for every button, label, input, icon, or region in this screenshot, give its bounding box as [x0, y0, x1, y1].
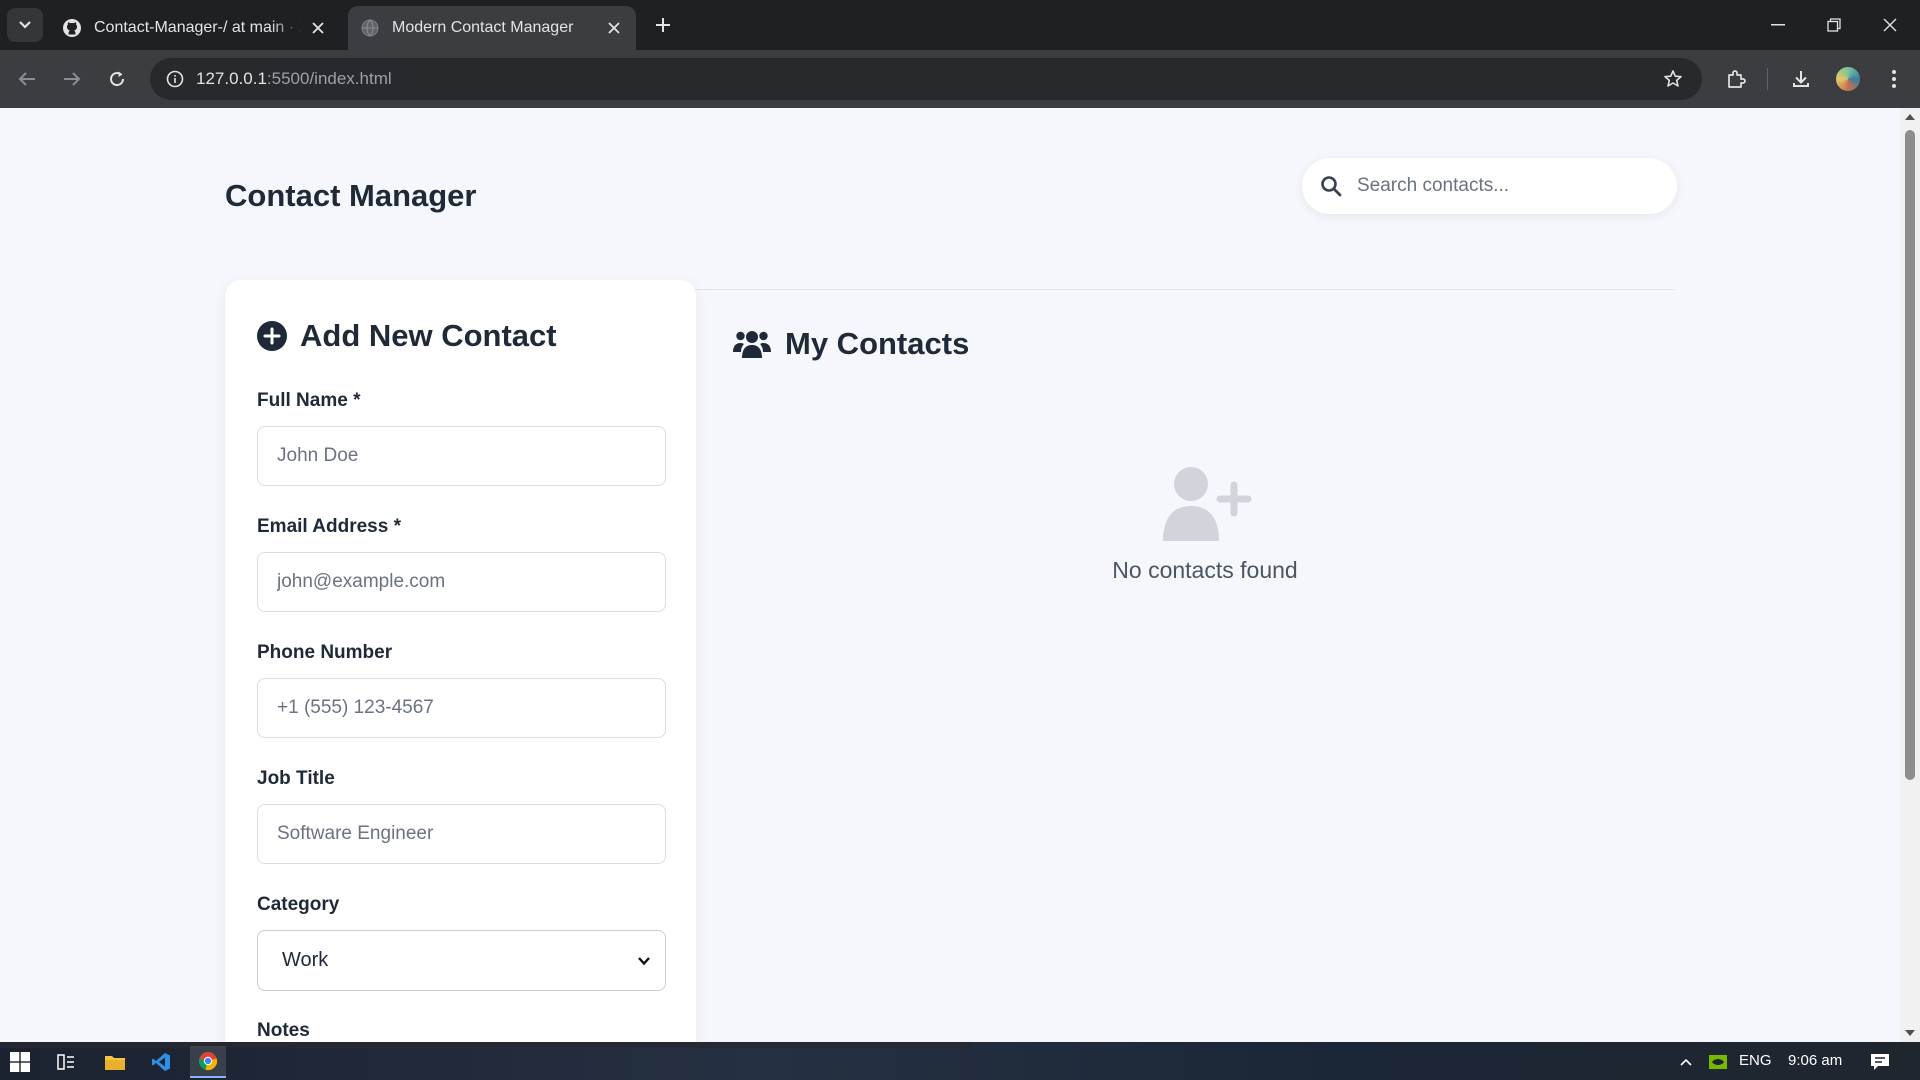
windows-start-button[interactable] [2, 1046, 38, 1078]
arrow-right-icon [64, 72, 81, 86]
empty-state: No contacts found [1055, 463, 1355, 584]
chrome-taskbar-button[interactable] [190, 1046, 226, 1078]
page-title: Contact Manager [225, 178, 477, 213]
form-title-text: Add New Contact [300, 318, 557, 353]
vscode-button[interactable] [143, 1046, 179, 1078]
browser-tab-contact-manager[interactable]: Modern Contact Manager [348, 6, 636, 50]
profile-avatar[interactable] [1834, 65, 1862, 93]
email-input[interactable] [257, 552, 666, 612]
page-scrollbar[interactable] [1900, 108, 1920, 1042]
url-text: 127.0.0.1:5500/index.html [196, 69, 392, 89]
close-icon [1883, 18, 1897, 32]
notification-center-button[interactable] [1862, 1046, 1898, 1078]
task-view-icon [57, 1054, 74, 1070]
user-plus-icon [1163, 467, 1252, 541]
job-title-label: Job Title [257, 768, 335, 789]
minimize-icon [1771, 24, 1785, 26]
file-explorer-button[interactable] [97, 1046, 133, 1078]
windows-icon [10, 1052, 30, 1072]
category-select[interactable]: Work [257, 930, 666, 991]
back-button[interactable] [10, 62, 44, 96]
arrow-left-icon [18, 72, 35, 86]
browser-tab-github[interactable]: Contact-Manager-/ at main · Za [50, 6, 340, 50]
star-icon [1664, 70, 1682, 87]
form-title: Add New Contact [257, 318, 557, 354]
notes-label: Notes [257, 1020, 310, 1041]
url-path: :5500/index.html [266, 69, 392, 88]
browser-tab-strip: Contact-Manager-/ at main · Za Modern Co… [0, 0, 1920, 50]
tab-title: Modern Contact Manager [392, 19, 574, 36]
clock[interactable]: 9:06 am [1788, 1052, 1842, 1069]
browser-toolbar: 127.0.0.1:5500/index.html [0, 50, 1920, 108]
search-input[interactable] [1357, 158, 1657, 214]
users-icon [733, 331, 771, 358]
downloads-button[interactable] [1784, 62, 1818, 96]
phone-input[interactable] [257, 678, 666, 738]
scroll-down-icon[interactable] [1905, 1030, 1915, 1036]
add-contact-form: Add New Contact Full Name * Email Addres… [225, 280, 696, 1042]
plus-icon [656, 18, 670, 32]
phone-label: Phone Number [257, 642, 393, 663]
tab-title: Contact-Manager-/ at main · Za [94, 19, 302, 36]
task-view-button[interactable] [48, 1046, 84, 1078]
toolbar-separator [1767, 68, 1768, 90]
browser-menu-button[interactable] [1877, 62, 1911, 96]
contacts-title-text: My Contacts [785, 326, 970, 361]
more-vertical-icon [1892, 70, 1896, 88]
show-hidden-icons-button[interactable] [1668, 1046, 1704, 1078]
full-name-label: Full Name * [257, 390, 361, 411]
minimize-button[interactable] [1750, 0, 1806, 50]
site-info-icon[interactable] [160, 64, 190, 94]
scroll-thumb[interactable] [1905, 130, 1915, 780]
globe-icon [360, 18, 380, 38]
puzzle-icon [1728, 70, 1746, 88]
vscode-icon [152, 1053, 170, 1071]
category-selected-value: Work [282, 949, 329, 971]
page-viewport: Contact Manager Add New Contact Full Nam… [0, 108, 1900, 1042]
restore-button[interactable] [1806, 0, 1862, 50]
reload-button[interactable] [100, 62, 134, 96]
job-title-input[interactable] [257, 804, 666, 864]
language-indicator[interactable]: ENG [1739, 1052, 1772, 1069]
nvidia-tray-icon[interactable] [1700, 1046, 1736, 1078]
full-name-input[interactable] [257, 426, 666, 486]
empty-state-message: No contacts found [1112, 557, 1298, 583]
github-icon [62, 18, 82, 38]
chevron-down-icon [19, 21, 31, 29]
windows-taskbar: ENG 9:06 am [0, 1042, 1920, 1080]
close-icon[interactable] [308, 18, 328, 38]
chevron-down-icon [638, 957, 650, 966]
email-label: Email Address * [257, 516, 401, 537]
contacts-section-title: My Contacts [733, 326, 969, 362]
category-label: Category [257, 894, 340, 915]
scroll-up-icon[interactable] [1905, 114, 1915, 120]
reload-icon [110, 71, 125, 87]
address-bar[interactable]: 127.0.0.1:5500/index.html [150, 58, 1702, 100]
restore-icon [1827, 18, 1841, 32]
chevron-up-icon [1680, 1058, 1692, 1066]
search-icon [1321, 176, 1342, 197]
url-host: 127.0.0.1 [196, 69, 267, 88]
plus-circle-icon [257, 321, 287, 351]
notification-icon [1871, 1054, 1889, 1070]
tab-search-button[interactable] [7, 8, 43, 42]
folder-icon [105, 1056, 125, 1070]
close-window-button[interactable] [1862, 0, 1918, 50]
forward-button[interactable] [55, 62, 89, 96]
close-icon[interactable] [604, 18, 624, 38]
search-box[interactable] [1302, 158, 1677, 214]
bookmark-button[interactable] [1658, 64, 1688, 94]
new-tab-button[interactable] [648, 10, 678, 40]
app-header: Contact Manager [225, 158, 1677, 290]
download-icon [1793, 71, 1809, 87]
extensions-button[interactable] [1719, 62, 1753, 96]
chrome-icon [198, 1052, 218, 1071]
